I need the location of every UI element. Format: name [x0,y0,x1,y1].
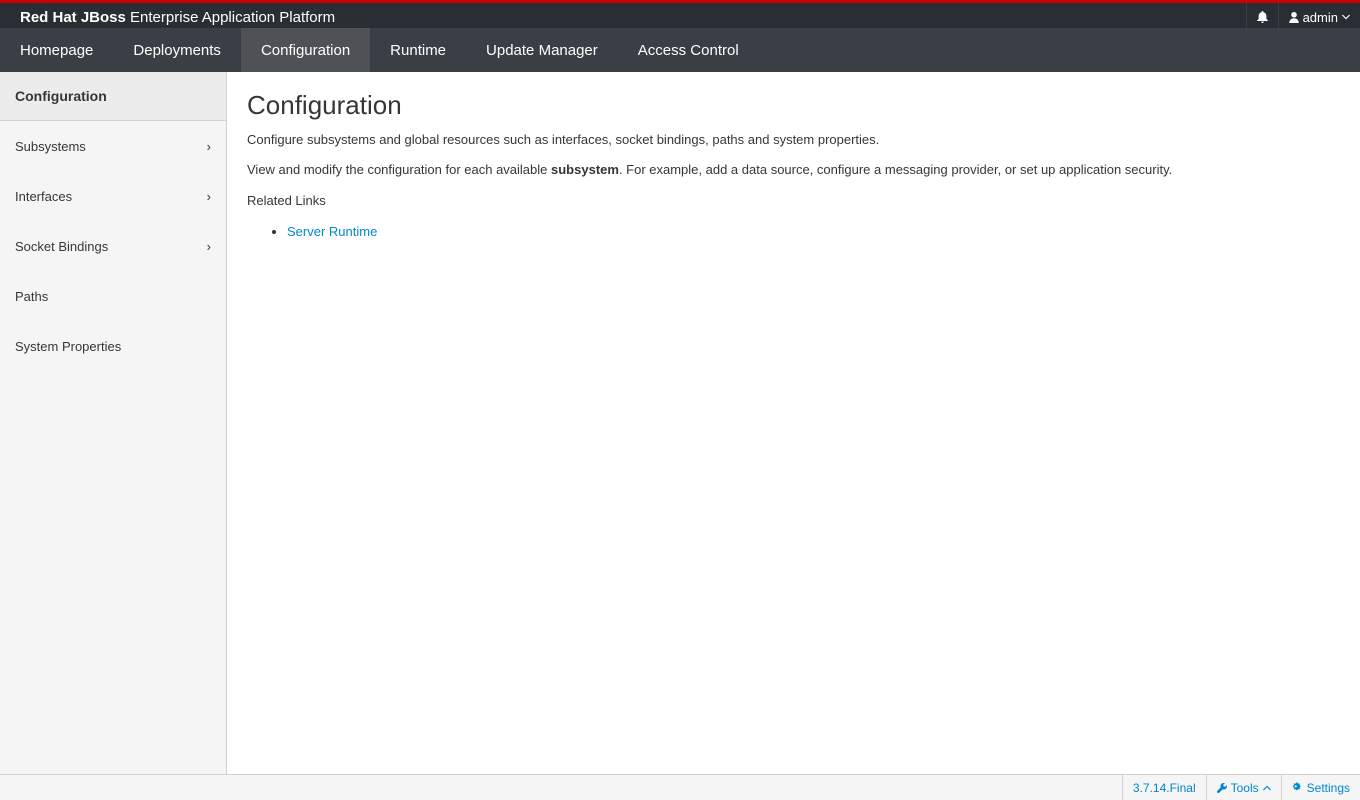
sidebar-item-subsystems[interactable]: Subsystems › [0,121,226,171]
brand-name-bold: Red Hat JBoss [20,8,126,26]
main-content: Configuration Configure subsystems and g… [247,72,1347,239]
tab-runtime[interactable]: Runtime [370,28,466,72]
related-links-label: Related Links [247,193,326,208]
footer: 3.7.14.Final Tools Settings [0,774,1360,800]
chevron-right-icon: › [206,188,211,204]
primary-nav: Homepage Deployments Configuration Runti… [0,28,1360,72]
brand-title[interactable]: Red Hat JBoss Enterprise Application Pla… [0,9,335,26]
tab-deployments[interactable]: Deployments [113,28,241,72]
bell-icon [1256,11,1268,23]
sidebar-item-label: Interfaces [15,188,73,204]
user-icon [1288,11,1299,23]
chevron-right-icon: › [206,138,211,154]
sidebar-item-paths[interactable]: Paths [0,271,226,321]
intro-text: Configure subsystems and global resource… [247,132,880,147]
brand-name-rest: Enterprise Application Platform [125,8,336,26]
notifications-button[interactable] [1245,3,1278,31]
utility-menu: admin [1245,3,1360,31]
brand-bar: Red Hat JBoss Enterprise Application Pla… [0,3,1360,31]
tools-menu[interactable]: Tools [1205,775,1281,800]
sidebar-item-label: Paths [15,288,49,304]
view-text-pre: View and modify the configuration for ea… [247,162,552,177]
sidebar-header[interactable]: Configuration [0,72,226,121]
sidebar-item-label: Subsystems [15,138,86,154]
chevron-up-icon [1262,785,1271,790]
chevron-down-icon [1342,14,1350,20]
sidebar: Configuration Subsystems › Interfaces › … [0,72,227,774]
tab-update-manager[interactable]: Update Manager [466,28,618,72]
sidebar-item-socket-bindings[interactable]: Socket Bindings › [0,221,226,271]
list-item: Server Runtime [287,224,1347,239]
view-text-post: . For example, add a data source, config… [618,162,1173,177]
tab-access-control[interactable]: Access Control [618,28,759,72]
sidebar-item-interfaces[interactable]: Interfaces › [0,171,226,221]
settings-label: Settings [1306,780,1350,795]
wrench-icon [1216,782,1227,793]
view-text-bold: subsystem [551,162,619,177]
tab-configuration[interactable]: Configuration [240,28,371,72]
tab-homepage[interactable]: Homepage [0,28,113,72]
settings-button[interactable]: Settings [1280,775,1360,800]
server-runtime-link[interactable]: Server Runtime [287,224,377,239]
chevron-right-icon: › [206,238,211,254]
sidebar-item-label: Socket Bindings [15,238,109,254]
sidebar-item-system-properties[interactable]: System Properties [0,321,226,371]
tools-label: Tools [1230,780,1259,795]
user-menu[interactable]: admin [1277,3,1360,31]
gears-icon [1292,782,1301,791]
version-link[interactable]: 3.7.14.Final [1121,775,1206,800]
view-text: View and modify the configuration for ea… [247,163,1347,177]
page-title: Configuration [247,90,402,120]
masthead: Red Hat JBoss Enterprise Application Pla… [0,0,1360,72]
sidebar-item-label: System Properties [15,338,122,354]
related-links-list: Server Runtime [247,224,1347,239]
user-name: admin [1302,9,1338,25]
